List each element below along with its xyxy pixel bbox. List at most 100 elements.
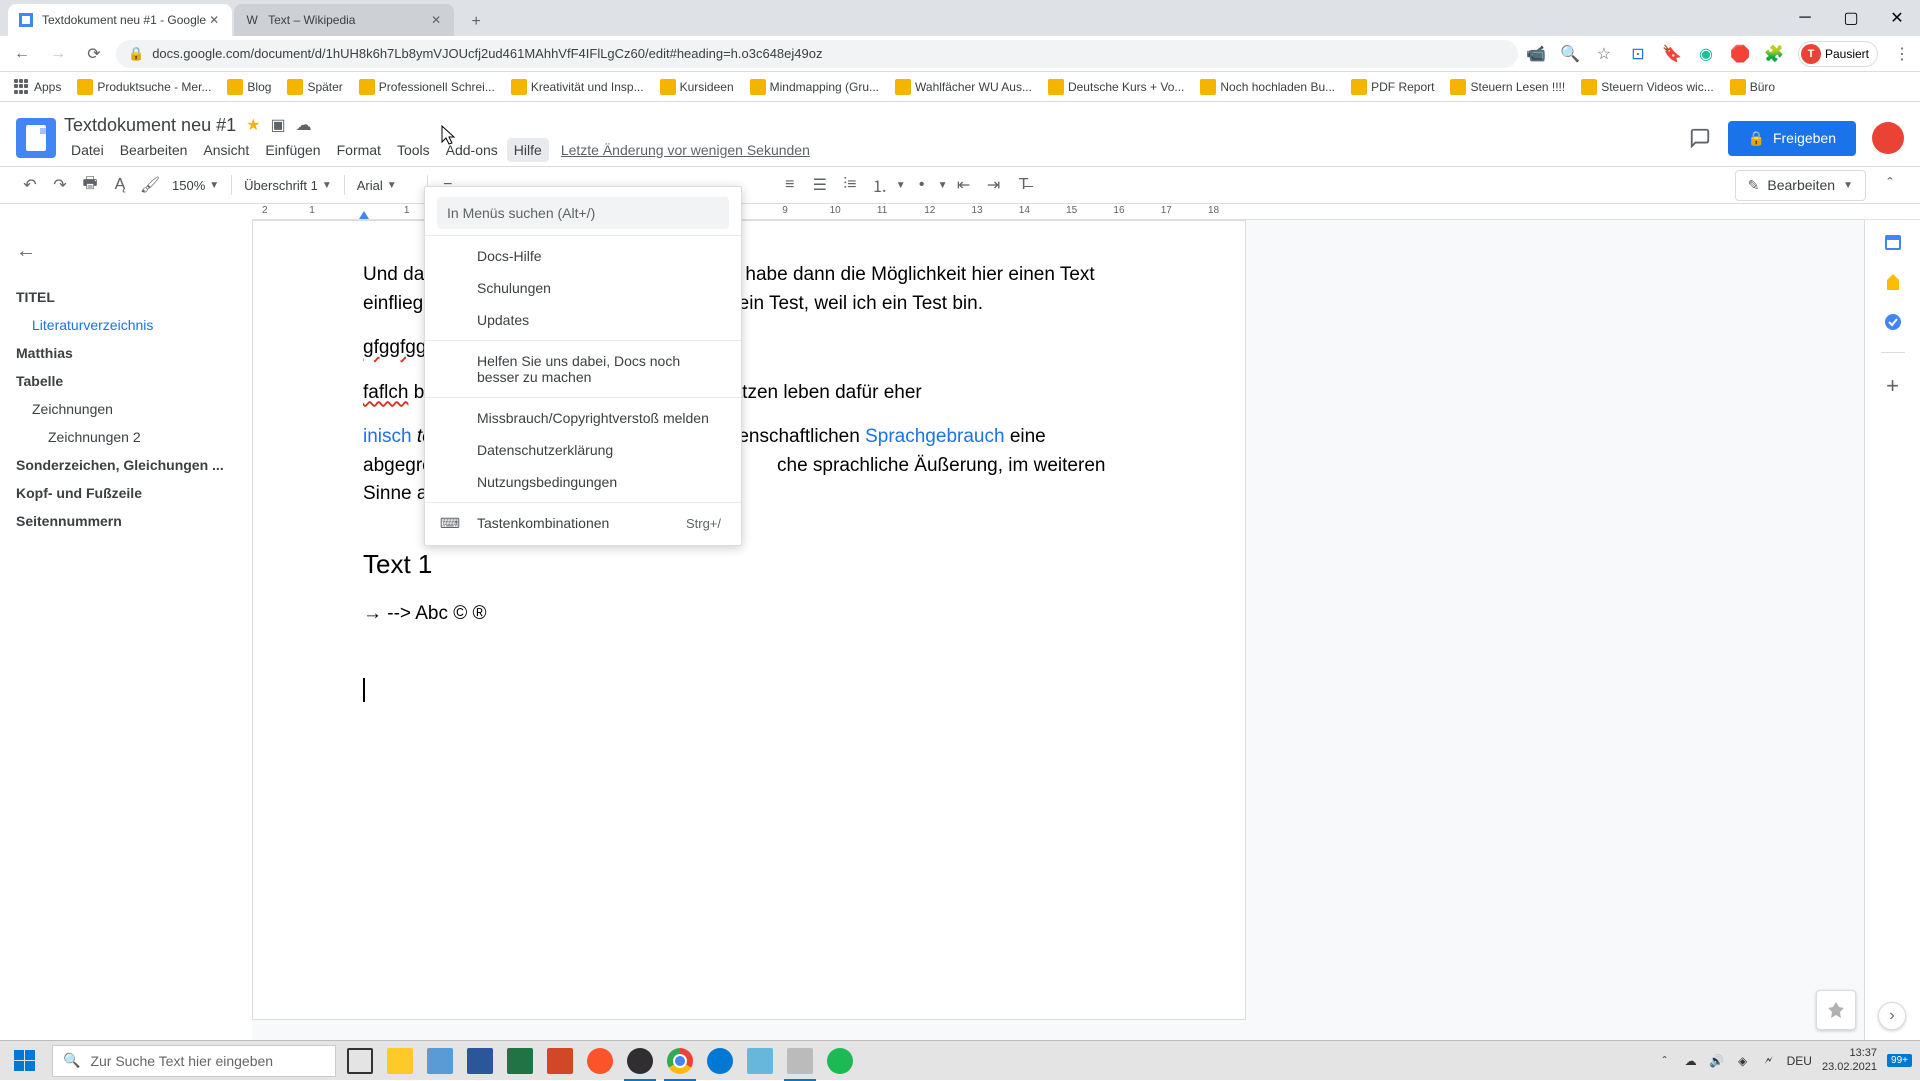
outline-item[interactable]: Literaturverzeichnis [16,311,236,339]
help-menu-item[interactable]: Schulungen [425,272,741,304]
maximize-icon[interactable]: ▢ [1828,0,1874,36]
user-avatar[interactable] [1872,122,1904,154]
notepad-icon[interactable] [740,1041,780,1081]
camtasia-icon[interactable] [780,1041,820,1081]
close-icon[interactable]: ✕ [206,12,222,28]
outline-item[interactable]: TITEL [16,283,236,311]
browser-tab-inactive[interactable]: W Text – Wikipedia ✕ [234,4,454,36]
forward-icon[interactable]: → [44,40,72,68]
outline-item[interactable]: Zeichnungen 2 [16,423,236,451]
tray-chevron-icon[interactable]: ˆ [1657,1053,1673,1069]
powerpoint-icon[interactable] [540,1041,580,1081]
bookmark-item[interactable]: Apps [8,75,67,99]
paragraph[interactable]: → --> Abc © ® [363,600,1149,629]
cloud-saved-icon[interactable]: ☁ [296,115,312,135]
outline-item[interactable]: Kopf- und Fußzeile [16,479,236,507]
heading[interactable]: Text 1 [363,549,1149,580]
help-menu-item[interactable]: Docs-Hilfe [425,240,741,272]
volume-icon[interactable]: 🔊 [1709,1053,1725,1069]
bookmark-item[interactable]: Produktsuche - Mer... [71,75,217,99]
share-button[interactable]: 🔒 Freigeben [1728,121,1856,156]
paint-format-icon[interactable]: 🖌 [136,171,164,199]
video-icon[interactable]: 📹 [1526,44,1546,64]
align-justify-icon[interactable]: ☰ [806,171,834,199]
chevron-down-icon[interactable]: ▼ [896,180,906,191]
help-menu-item[interactable]: Helfen Sie uns dabei, Docs noch besser z… [425,345,741,393]
side-panel-collapse-icon[interactable]: › [1878,1002,1906,1030]
outline-item[interactable]: Seitennummern [16,507,236,535]
cloud-icon[interactable]: ☁ [1683,1053,1699,1069]
undo-icon[interactable]: ↶ [16,171,44,199]
help-menu-item[interactable]: Missbrauch/Copyrightverstoß melden [425,402,741,434]
spellcheck-icon[interactable]: Ą [106,171,134,199]
page[interactable]: Und dann tippe ich einfach drauf los und… [252,220,1246,1020]
network-icon[interactable]: ◈ [1735,1053,1751,1069]
word-icon[interactable] [460,1041,500,1081]
bookmark-item[interactable]: Blog [221,75,277,99]
numbered-list-icon[interactable]: ⒈ [866,171,894,199]
keep-icon[interactable] [1883,272,1903,292]
tasks-icon[interactable] [1883,312,1903,332]
browser-tab-active[interactable]: Textdokument neu #1 - Google ✕ [8,4,232,36]
language-indicator[interactable]: DEU [1787,1054,1812,1068]
bookmark-item[interactable]: Steuern Lesen !!!! [1444,75,1571,99]
menu-einfügen[interactable]: Einfügen [258,138,327,162]
outline-item[interactable]: Zeichnungen [16,395,236,423]
file-explorer-icon[interactable] [380,1041,420,1081]
menu-bearbeiten[interactable]: Bearbeiten [113,138,195,162]
move-icon[interactable]: ▣ [270,115,285,135]
explore-button[interactable] [1816,990,1856,1030]
start-button[interactable] [0,1041,48,1081]
edit-mode-select[interactable]: ✎ Bearbeiten ▼ [1735,170,1866,201]
star-icon[interactable]: ☆ [1594,44,1614,64]
back-icon[interactable]: ← [8,40,36,68]
adblock-icon[interactable]: 🛑 [1730,44,1750,64]
spotify-icon[interactable] [820,1041,860,1081]
bookmark-item[interactable]: Mindmapping (Gru... [744,75,885,99]
edge-icon[interactable] [700,1041,740,1081]
notifications-icon[interactable]: 99+ [1887,1054,1912,1067]
tag-icon[interactable]: 🔖 [1662,44,1682,64]
bookmark-item[interactable]: Deutsche Kurs + Vo... [1042,75,1190,99]
reload-icon[interactable]: ⟳ [80,40,108,68]
document-title[interactable]: Textdokument neu #1 [64,115,236,136]
menu-icon[interactable]: ⋮ [1892,44,1912,64]
add-addon-icon[interactable]: + [1886,373,1899,399]
battery-icon[interactable]: 🗲 [1761,1053,1777,1069]
line-spacing-icon[interactable]: ⫶≡ [836,171,864,199]
bookmark-item[interactable]: Steuern Videos wic... [1575,75,1720,99]
close-icon[interactable]: ✕ [1874,0,1920,36]
menu-ansicht[interactable]: Ansicht [196,138,256,162]
new-tab-button[interactable]: + [462,8,490,36]
bookmark-item[interactable]: Kursideen [654,75,740,99]
menu-datei[interactable]: Datei [64,138,111,162]
task-view-icon[interactable] [340,1041,380,1081]
close-icon[interactable]: ✕ [428,12,444,28]
help-menu-item[interactable]: ⌨TastenkombinationenStrg+/ [425,507,741,539]
bookmark-item[interactable]: Wahlfächer WU Aus... [889,75,1038,99]
brave-icon[interactable] [580,1041,620,1081]
bookmark-item[interactable]: Noch hochladen Bu... [1194,75,1341,99]
help-menu-item[interactable]: Nutzungsbedingungen [425,466,741,498]
minimize-icon[interactable]: ─ [1782,0,1828,36]
outline-item[interactable]: Sonderzeichen, Gleichungen ... [16,451,236,479]
zoom-select[interactable]: 150% ▼ [166,178,225,193]
comments-icon[interactable] [1688,126,1712,150]
redo-icon[interactable]: ↷ [46,171,74,199]
excel-icon[interactable] [500,1041,540,1081]
print-icon[interactable]: 🖶 [76,171,104,199]
star-icon[interactable]: ★ [246,115,260,135]
obs-icon[interactable] [620,1041,660,1081]
reader-icon[interactable]: ⊡ [1628,44,1648,64]
outline-item[interactable]: Matthias [16,339,236,367]
outline-item[interactable]: Tabelle [16,367,236,395]
search-icon[interactable]: 🔍 [1560,44,1580,64]
taskbar-search-input[interactable]: 🔍 Zur Suche Text hier eingeben [52,1045,336,1077]
indent-decrease-icon[interactable]: ⇤ [950,171,978,199]
grammarly-icon[interactable]: ◉ [1696,44,1716,64]
last-edit-link[interactable]: Letzte Änderung vor wenigen Sekunden [561,138,810,162]
menu-format[interactable]: Format [330,138,388,162]
extensions-icon[interactable]: 🧩 [1764,44,1784,64]
bookmark-item[interactable]: Später [281,75,348,99]
indent-marker[interactable] [359,211,369,219]
